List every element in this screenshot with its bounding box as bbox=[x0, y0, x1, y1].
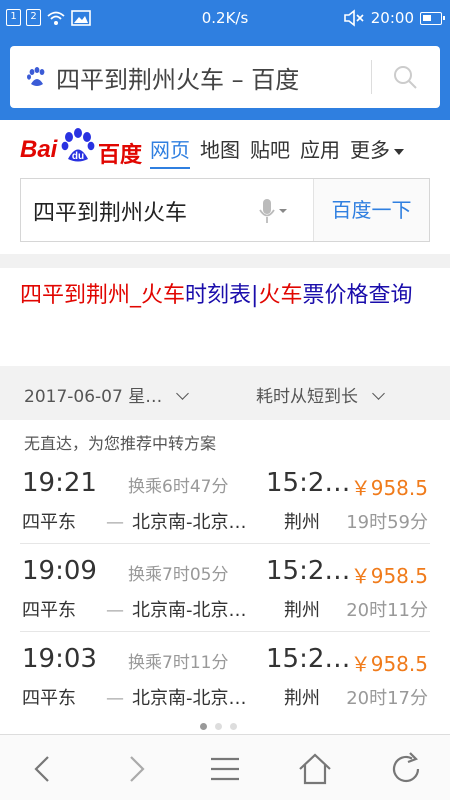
sort-filter-label: 耗时从短到长 bbox=[256, 387, 358, 407]
to-station: 荆州 bbox=[284, 688, 320, 709]
depart-time: 19:09 bbox=[22, 556, 97, 586]
mute-icon bbox=[343, 9, 364, 27]
tab-map[interactable]: 地图 bbox=[200, 134, 240, 169]
result-title-part: 时刻表| bbox=[185, 283, 259, 308]
via-label: 北京南-北京… bbox=[132, 600, 247, 621]
date-filter[interactable]: 2017-06-07 星… bbox=[24, 382, 190, 407]
address-divider bbox=[371, 60, 372, 94]
to-station: 荆州 bbox=[284, 512, 320, 533]
to-station: 荆州 bbox=[284, 600, 320, 621]
browser-toolbar bbox=[0, 734, 450, 800]
search-nav: 网页 地图 贴吧 应用 更多 bbox=[150, 134, 404, 169]
arrive-time: 15:2… bbox=[266, 644, 351, 674]
train-list: 19:21 换乘6时47分 15:2… ￥958.5 四平东 — 北京南-北京… … bbox=[0, 456, 450, 720]
baidu-paw-icon bbox=[27, 67, 45, 86]
filter-bar: 2017-06-07 星… 耗时从短到长 bbox=[0, 366, 450, 420]
web-page: Bai du 百度 网页 地图 贴吧 应用 更多 四平到荆州火车 百度一下 四平… bbox=[0, 120, 450, 734]
price: ￥958.5 bbox=[350, 476, 428, 500]
price: ￥958.5 bbox=[350, 564, 428, 588]
no-direct-notice: 无直达，为您推荐中转方案 bbox=[24, 434, 217, 453]
baidu-logo[interactable]: Bai du 百度 bbox=[20, 128, 145, 168]
logo-du-text: du bbox=[72, 151, 84, 162]
transfer-time: 换乘6时47分 bbox=[128, 477, 229, 497]
train-row[interactable]: 19:03 换乘7时11分 15:2… ￥958.5 四平东 — 北京南-北京… … bbox=[20, 632, 430, 720]
battery-icon bbox=[420, 11, 445, 25]
logo-chinese: 百度 bbox=[98, 143, 143, 168]
result-title-part: 火车 bbox=[141, 283, 186, 308]
tab-apps[interactable]: 应用 bbox=[300, 134, 340, 169]
date-filter-label: 2017-06-07 星… bbox=[24, 387, 163, 407]
result-title-link[interactable]: 四平到荆州_火车时刻表|火车票价格查询 bbox=[20, 278, 435, 314]
duration: 20时17分 bbox=[346, 688, 428, 709]
depart-time: 19:21 bbox=[22, 468, 97, 498]
page-title: 四平到荆州火车 – 百度 bbox=[56, 66, 300, 94]
pager-dot[interactable] bbox=[230, 723, 237, 730]
tab-tieba[interactable]: 贴吧 bbox=[250, 134, 290, 169]
via-label: 北京南-北京… bbox=[132, 688, 247, 709]
via-stations: — 北京南-北京… bbox=[106, 600, 247, 621]
price: ￥958.5 bbox=[350, 652, 428, 676]
sort-filter[interactable]: 耗时从短到长 bbox=[256, 382, 385, 407]
baidu-header: Bai du 百度 网页 地图 贴吧 应用 更多 bbox=[0, 120, 450, 172]
search-box: 四平到荆州火车 百度一下 bbox=[20, 178, 430, 242]
forward-icon[interactable] bbox=[115, 749, 155, 789]
arrive-time: 15:2… bbox=[266, 556, 351, 586]
result-title-part: 四平到荆州_ bbox=[20, 283, 142, 308]
search-icon[interactable] bbox=[392, 64, 418, 90]
pager-dot[interactable] bbox=[215, 723, 222, 730]
section-divider bbox=[0, 254, 450, 268]
train-row[interactable]: 19:09 换乘7时05分 15:2… ￥958.5 四平东 — 北京南-北京… … bbox=[20, 544, 430, 632]
train-row[interactable]: 19:21 换乘6时47分 15:2… ￥958.5 四平东 — 北京南-北京… … bbox=[20, 456, 430, 544]
via-stations: — 北京南-北京… bbox=[106, 512, 247, 533]
result-title-part: 火车 bbox=[258, 283, 303, 308]
browser-top-bar: 四平到荆州火车 – 百度 bbox=[0, 36, 450, 120]
search-button[interactable]: 百度一下 bbox=[313, 179, 429, 241]
menu-icon[interactable] bbox=[205, 749, 245, 789]
arrive-time: 15:2… bbox=[266, 468, 351, 498]
chevron-down-icon bbox=[176, 387, 190, 400]
address-bar[interactable]: 四平到荆州火车 – 百度 bbox=[10, 46, 440, 108]
pager-dot[interactable] bbox=[200, 723, 207, 730]
refresh-icon[interactable] bbox=[386, 749, 426, 789]
from-station: 四平东 bbox=[22, 600, 76, 621]
clock: 20:00 bbox=[370, 9, 414, 27]
carousel-pager bbox=[200, 723, 237, 730]
duration: 19时59分 bbox=[346, 512, 428, 533]
home-icon[interactable] bbox=[295, 749, 335, 789]
chevron-down-icon bbox=[372, 387, 385, 400]
via-stations: — 北京南-北京… bbox=[106, 688, 247, 709]
logo-paw-icon: du bbox=[61, 128, 95, 162]
from-station: 四平东 bbox=[22, 512, 76, 533]
tab-more[interactable]: 更多 bbox=[350, 134, 404, 169]
via-label: 北京南-北京… bbox=[132, 512, 247, 533]
transfer-time: 换乘7时11分 bbox=[128, 653, 229, 673]
back-icon[interactable] bbox=[24, 749, 64, 789]
from-station: 四平东 bbox=[22, 688, 76, 709]
depart-time: 19:03 bbox=[22, 644, 97, 674]
tab-web[interactable]: 网页 bbox=[150, 134, 190, 169]
logo-bai: Bai bbox=[20, 136, 58, 163]
result-title-part: 票价格查询 bbox=[302, 283, 413, 308]
duration: 20时11分 bbox=[346, 600, 428, 621]
search-input[interactable]: 四平到荆州火车 bbox=[33, 195, 187, 227]
status-right: 20:00 bbox=[343, 9, 445, 27]
transfer-time: 换乘7时05分 bbox=[128, 565, 229, 585]
status-bar: 1 2 0.2K/s 20:00 bbox=[0, 0, 450, 36]
microphone-icon[interactable] bbox=[257, 197, 289, 225]
